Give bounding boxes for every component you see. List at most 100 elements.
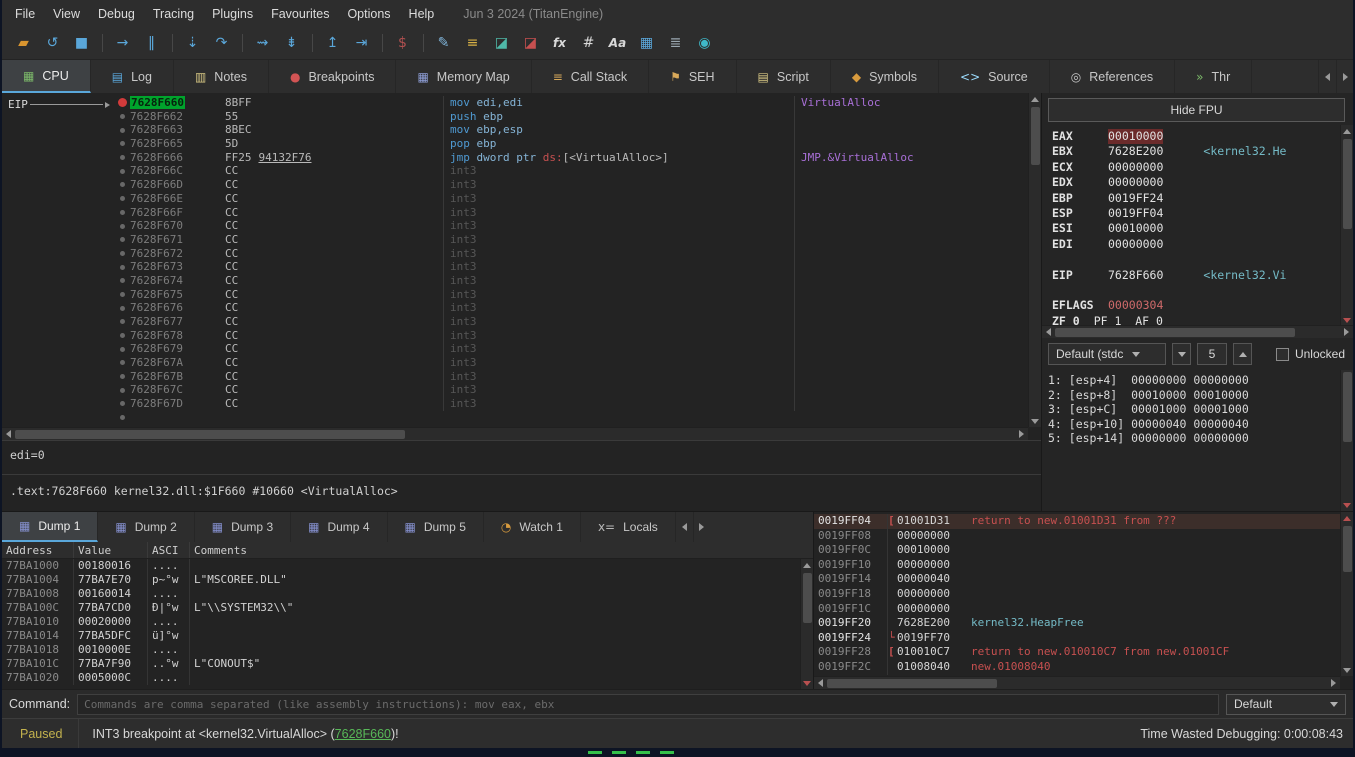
toolbar-button[interactable] <box>97 31 107 56</box>
breakpoint-dot-icon[interactable] <box>114 388 130 393</box>
stack-row[interactable]: 0019FF10 00000000 <box>814 558 1353 573</box>
dump-row[interactable]: 77BA100C 77BA7CD0 Ð|°w L"\\SYSTEM32\\" <box>2 601 813 615</box>
register-row[interactable]: EBP 0019FF24 <box>1042 191 1353 206</box>
toolbar-button[interactable]: ≡ <box>459 31 486 56</box>
disasm-row[interactable]: 7628F674 CC int3 <box>2 274 1041 288</box>
argument-row[interactable]: 5: [esp+14] 00000000 00000000 <box>1048 431 1353 446</box>
unlocked-checkbox[interactable] <box>1276 348 1289 361</box>
unlocked-toggle[interactable]: Unlocked <box>1276 347 1345 361</box>
toolbar-button[interactable]: ↥ <box>319 31 346 56</box>
scrollbar-thumb[interactable] <box>15 430 405 439</box>
breakpoint-dot-icon[interactable] <box>114 251 130 256</box>
disasm-row[interactable]: 7628F670 CC int3 <box>2 219 1041 233</box>
registers-horizontal-scrollbar[interactable] <box>1042 326 1353 338</box>
breakpoint-dot-icon[interactable] <box>114 224 130 229</box>
disasm-row[interactable]: 7628F67D CC int3 <box>2 397 1041 411</box>
toolbar-button[interactable] <box>167 31 177 56</box>
argument-row[interactable]: 4: [esp+10] 00000040 00000040 <box>1048 417 1353 432</box>
argument-row[interactable]: 3: [esp+C] 00001000 00001000 <box>1048 402 1353 417</box>
disasm-row[interactable]: 7628F673 CC int3 <box>2 260 1041 274</box>
breakpoint-dot-icon[interactable] <box>114 128 130 133</box>
disasm-row[interactable]: 7628F665 5D pop ebp <box>2 137 1041 151</box>
scroll-right-icon[interactable] <box>1340 326 1353 338</box>
toolbar-button[interactable]: Aa <box>604 31 631 56</box>
view-tab[interactable]: <>Source <box>939 60 1050 93</box>
toolbar-button[interactable]: $ <box>389 31 416 56</box>
scroll-up-icon[interactable] <box>1341 512 1354 524</box>
stack-row[interactable]: 0019FF24 └ 0019FF70 <box>814 631 1353 646</box>
menu-item[interactable]: Tracing <box>144 3 203 25</box>
menu-item[interactable]: File <box>6 3 44 25</box>
view-tab[interactable]: ●Breakpoints <box>269 60 397 93</box>
stack-row[interactable]: 0019FF2C 01008040 new.01008040 <box>814 660 1353 675</box>
dump-tab[interactable]: ◔Watch 1 <box>484 512 581 542</box>
dump-row[interactable]: 77BA1020 0005000C .... <box>2 671 813 685</box>
scroll-down-icon[interactable] <box>1341 499 1354 511</box>
breakpoint-dot-icon[interactable] <box>114 306 130 311</box>
dump-row[interactable]: 77BA1010 00020000 .... <box>2 615 813 629</box>
view-tab[interactable]: ▦CPU <box>2 60 91 93</box>
disasm-row[interactable]: 7628F662 55 push ebp <box>2 110 1041 124</box>
toolbar-button[interactable]: ◉ <box>691 31 718 56</box>
breakpoint-dot-icon[interactable] <box>114 114 130 119</box>
arg-count-increase-button[interactable] <box>1233 343 1252 365</box>
toolbar-button[interactable]: ⇟ <box>278 31 305 56</box>
disasm-row[interactable]: 7628F676 CC int3 <box>2 301 1041 315</box>
dump-vertical-scrollbar[interactable] <box>800 559 813 689</box>
view-tab[interactable]: ▤Log <box>91 60 174 93</box>
scroll-down-icon[interactable] <box>801 677 814 689</box>
scroll-down-icon[interactable] <box>1029 415 1042 427</box>
view-tab[interactable]: ▦Memory Map <box>396 60 531 93</box>
toolbar-button[interactable]: ◪ <box>488 31 515 56</box>
breakpoint-dot-icon[interactable] <box>114 292 130 297</box>
breakpoint-address-link[interactable]: 7628F660 <box>335 727 391 741</box>
stack-horizontal-scrollbar[interactable] <box>814 676 1353 689</box>
toolbar-button[interactable]: ≣ <box>662 31 689 56</box>
toolbar-button[interactable]: ⇥ <box>348 31 375 56</box>
scroll-up-icon[interactable] <box>1029 93 1042 105</box>
scrollbar-thumb[interactable] <box>1343 372 1352 442</box>
disasm-row[interactable]: 7628F675 CC int3 <box>2 288 1041 302</box>
hide-fpu-button[interactable]: Hide FPU <box>1048 98 1345 122</box>
dump-tab[interactable]: x=Locals <box>581 512 676 542</box>
register-row[interactable]: EAX 00010000 <box>1042 129 1353 144</box>
dump-tab[interactable]: ▦Dump 2 <box>98 512 194 542</box>
disasm-row[interactable]: 7628F678 CC int3 <box>2 329 1041 343</box>
argument-row[interactable]: 2: [esp+8] 00010000 00010000 <box>1048 388 1353 403</box>
disasm-row[interactable]: 7628F67C CC int3 <box>2 383 1041 397</box>
breakpoint-dot-icon[interactable] <box>114 98 130 107</box>
toolbar-button[interactable]: ■ <box>68 31 95 56</box>
dump-header-ascii[interactable]: ASCI <box>148 542 190 558</box>
disasm-row[interactable]: 7628F66F CC int3 <box>2 206 1041 220</box>
view-tab[interactable]: »Thr <box>1175 60 1252 93</box>
view-tab[interactable]: ⚑SEH <box>649 60 736 93</box>
menu-item[interactable]: Favourites <box>262 3 338 25</box>
disasm-row[interactable]: 7628F677 CC int3 <box>2 315 1041 329</box>
dump-tab[interactable]: ▦Dump 4 <box>291 512 387 542</box>
stack-row[interactable]: 0019FF08 00000000 <box>814 529 1353 544</box>
toolbar-button[interactable]: ⇣ <box>179 31 206 56</box>
register-row[interactable] <box>1042 252 1353 267</box>
disasm-vertical-scrollbar[interactable] <box>1028 93 1041 427</box>
menu-item[interactable]: View <box>44 3 89 25</box>
disasm-row[interactable]: 7628F67B CC int3 <box>2 370 1041 384</box>
view-tab[interactable]: ◆Symbols <box>831 60 939 93</box>
register-row[interactable]: EBX 7628E200 <kernel32.He <box>1042 144 1353 159</box>
scroll-right-icon[interactable] <box>1327 677 1340 689</box>
toolbar-button[interactable] <box>307 31 317 56</box>
dump-row[interactable]: 77BA101C 77BA7F90 ..°w L"CONOUT$" <box>2 657 813 671</box>
scroll-right-icon[interactable] <box>1015 428 1028 440</box>
dump-row[interactable]: 77BA1014 77BA5DFC ü]°w <box>2 629 813 643</box>
stack-row[interactable]: 0019FF20 7628E200 kernel32.HeapFree <box>814 616 1353 631</box>
stack-row[interactable]: 0019FF28 [ 010010C7 return to new.010010… <box>814 645 1353 660</box>
breakpoint-dot-icon[interactable] <box>114 278 130 283</box>
breakpoint-dot-icon[interactable] <box>114 169 130 174</box>
scroll-left-icon[interactable] <box>2 428 15 440</box>
scroll-up-icon[interactable] <box>801 559 814 571</box>
stack-row[interactable]: 0019FF04 [ 01001D31 return to new.01001D… <box>814 514 1353 529</box>
scroll-left-icon[interactable] <box>1042 326 1055 338</box>
dump-tab-scroll-right-icon[interactable] <box>693 512 710 542</box>
arg-count-decrease-button[interactable] <box>1172 343 1191 365</box>
disasm-row[interactable]: 7628F67A CC int3 <box>2 356 1041 370</box>
stack-row[interactable]: 0019FF14 00000040 <box>814 572 1353 587</box>
